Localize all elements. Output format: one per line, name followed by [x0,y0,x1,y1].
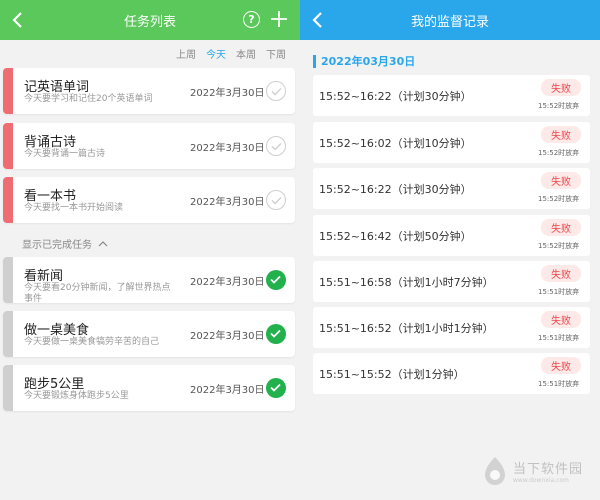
task-status-bar [3,311,13,357]
task-card[interactable]: 看一本书 今天要找一本书开始阅读 2022年3月30日 [3,177,295,223]
task-date: 2022年3月30日 [190,331,265,342]
record-note: 15:51时放弃 [538,288,580,296]
back-button[interactable] [8,10,28,30]
record-item[interactable]: 15:52~16:02（计划10分钟） 失败 15:52时放弃 [313,122,590,163]
record-item[interactable]: 15:51~15:52（计划1分钟） 失败 15:51时放弃 [313,353,590,394]
status-badge: 失败 [541,265,581,282]
plus-icon [271,11,287,27]
record-note: 15:51时放弃 [538,380,580,388]
record-note: 15:52时放弃 [538,242,580,250]
record-date-heading: 2022年03月30日 [313,55,415,68]
record-item[interactable]: 15:51~16:58（计划1小时7分钟） 失败 15:51时放弃 [313,261,590,302]
chevron-left-icon [12,12,22,28]
record-note: 15:52时放弃 [538,149,580,157]
status-badge: 失败 [541,126,581,143]
record-time: 15:52~16:42（计划50分钟） [319,230,472,243]
task-name: 看新闻 [24,269,64,284]
task-date: 2022年3月30日 [190,385,265,396]
task-desc: 今天要看20分钟新闻，了解世界热点事件 [24,283,171,303]
task-date: 2022年3月30日 [190,197,265,208]
task-desc: 今天要背诵一篇古诗 [24,149,106,159]
task-card[interactable]: 背诵古诗 今天要背诵一篇古诗 2022年3月30日 [3,123,295,169]
task-card[interactable]: 做一桌美食 今天要做一桌美食犒劳辛苦的自己 2022年3月30日 [3,311,295,357]
check-circle-icon[interactable] [266,136,286,156]
record-item[interactable]: 15:52~16:42（计划50分钟） 失败 15:52时放弃 [313,215,590,256]
task-status-bar [3,365,13,411]
chevron-up-icon [98,240,108,246]
page-title: 我的监督记录 [410,14,489,30]
records-header: 我的监督记录 [300,0,600,40]
watermark-name: 当下软件园 [513,462,584,477]
record-time: 15:51~16:58（计划1小时7分钟） [319,276,494,289]
check-circle-icon[interactable] [266,81,286,101]
check-circle-done-icon[interactable] [266,270,286,290]
tab-last-week[interactable]: 上周 [176,46,196,61]
status-badge: 失败 [541,357,581,374]
task-name: 跑步5公里 [24,377,85,392]
add-task-button[interactable] [270,10,290,30]
task-name: 记英语单词 [24,80,90,95]
show-completed-label: 显示已完成任务 [22,240,92,251]
watermark-url: www.downxia.com [513,477,569,484]
watermark-logo-icon [485,457,505,485]
task-desc: 今天要找一本书开始阅读 [24,203,124,213]
task-date: 2022年3月30日 [190,88,265,99]
task-desc: 今天要学习和记住20个英语单词 [24,94,153,104]
task-list-header: 任务列表 ? [0,0,300,40]
record-time: 15:52~16:22（计划30分钟） [319,183,472,196]
task-card[interactable]: 跑步5公里 今天要锻炼身体跑步5公里 2022年3月30日 [3,365,295,411]
check-circle-done-icon[interactable] [266,324,286,344]
task-name: 看一本书 [24,189,77,204]
tab-next-week[interactable]: 下周 [266,46,286,61]
record-item[interactable]: 15:52~16:22（计划30分钟） 失败 15:52时放弃 [313,75,590,116]
task-name: 背诵古诗 [24,135,77,150]
task-date: 2022年3月30日 [190,277,265,288]
back-button[interactable] [308,10,328,30]
record-note: 15:52时放弃 [538,102,580,110]
task-desc: 今天要做一桌美食犒劳辛苦的自己 [24,337,160,347]
status-badge: 失败 [541,79,581,96]
record-item[interactable]: 15:51~16:52（计划1小时1分钟） 失败 15:51时放弃 [313,307,590,348]
status-badge: 失败 [541,172,581,189]
record-time: 15:51~15:52（计划1分钟） [319,368,465,381]
task-card[interactable]: 记英语单词 今天要学习和记住20个英语单词 2022年3月30日 [3,68,295,114]
check-circle-done-icon[interactable] [266,378,286,398]
week-filter-tabs: 上周 今天 本周 下周 [176,46,286,61]
record-note: 15:52时放弃 [538,195,580,203]
task-desc: 今天要锻炼身体跑步5公里 [24,391,129,401]
watermark: 当下软件园 www.downxia.com [482,456,583,486]
record-item[interactable]: 15:52~16:22（计划30分钟） 失败 15:52时放弃 [313,168,590,209]
page-title: 任务列表 [123,14,176,30]
task-status-bar [3,257,13,303]
task-status-bar [3,123,13,169]
status-badge: 失败 [541,311,581,328]
task-name: 做一桌美食 [24,323,90,338]
record-time: 15:52~16:22（计划30分钟） [319,90,472,103]
tab-this-week[interactable]: 本周 [236,46,256,61]
status-badge: 失败 [541,219,581,236]
task-list-panel: 任务列表 ? 上周 今天 本周 下周 记英语单词 今天要学习和记住20个英语单词… [0,0,300,500]
chevron-left-icon [312,12,322,28]
check-circle-icon[interactable] [266,190,286,210]
records-panel: 我的监督记录 2022年03月30日 15:52~16:22（计划30分钟） 失… [300,0,600,500]
record-time: 15:52~16:02（计划10分钟） [319,137,472,150]
task-status-bar [3,68,13,114]
show-completed-toggle[interactable]: 显示已完成任务 [22,236,108,251]
task-date: 2022年3月30日 [190,143,265,154]
help-icon[interactable]: ? [243,11,260,28]
record-note: 15:51时放弃 [538,334,580,342]
task-status-bar [3,177,13,223]
tab-today[interactable]: 今天 [206,46,226,61]
task-card[interactable]: 看新闻 今天要看20分钟新闻，了解世界热点事件 2022年3月30日 [3,257,295,303]
record-time: 15:51~16:52（计划1小时1分钟） [319,322,494,335]
